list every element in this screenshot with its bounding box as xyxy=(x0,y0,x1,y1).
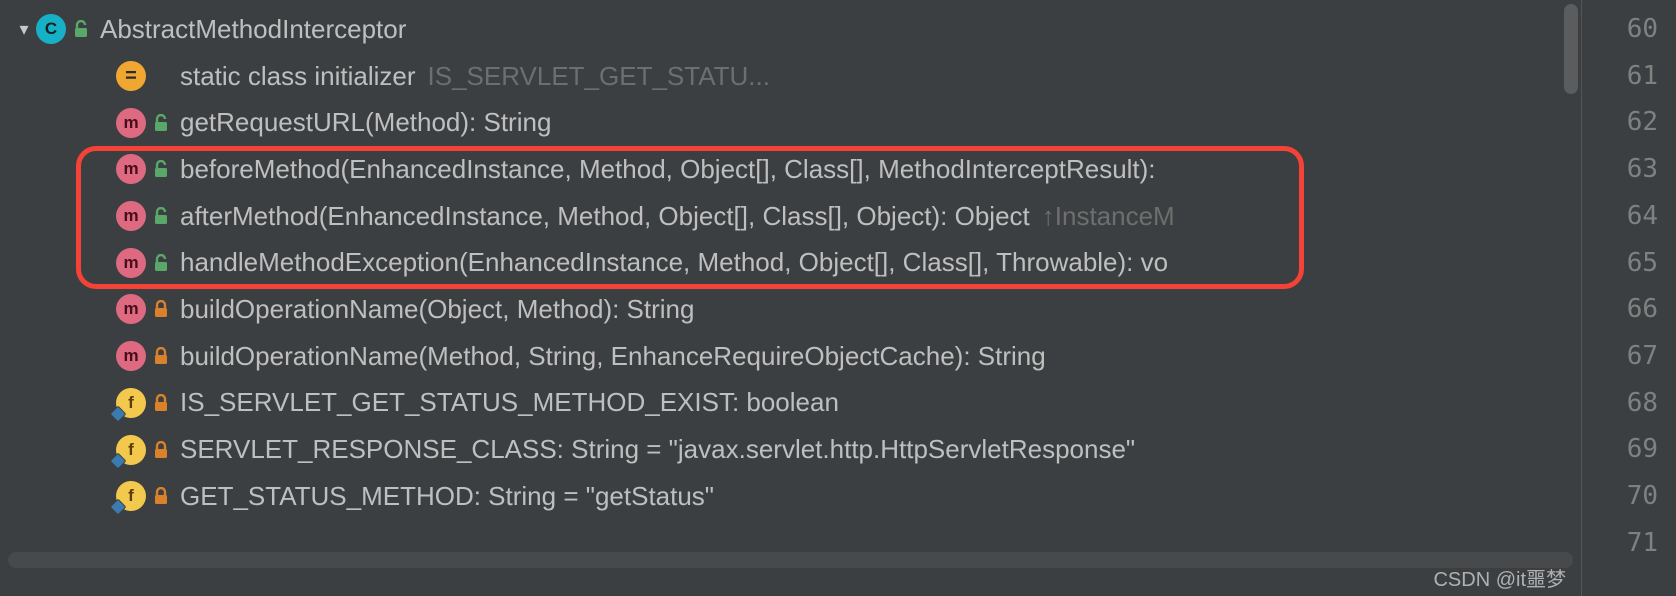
tree-node-class[interactable]: ▾ C AbstractMethodInterceptor xyxy=(0,6,1581,53)
method-icon: m xyxy=(116,294,146,324)
vertical-scrollbar[interactable] xyxy=(1564,4,1578,94)
tree-node-member[interactable]: m handleMethodException(EnhancedInstance,… xyxy=(0,239,1581,286)
node-label: beforeMethod(EnhancedInstance, Method, O… xyxy=(180,154,1156,185)
line-number: 70 xyxy=(1582,473,1658,520)
tree-node-member[interactable]: = static class initializer IS_SERVLET_GET_… xyxy=(0,53,1581,100)
chevron-down-icon[interactable]: ▾ xyxy=(12,19,36,40)
line-number: 64 xyxy=(1582,193,1658,240)
line-number: 65 xyxy=(1582,240,1658,287)
node-label: afterMethod(EnhancedInstance, Method, Ob… xyxy=(180,201,1030,232)
horizontal-scrollbar[interactable] xyxy=(8,552,1573,568)
method-icon: m xyxy=(116,108,146,138)
visibility-icon xyxy=(152,66,170,86)
node-label: buildOperationName(Object, Method): Stri… xyxy=(180,294,694,325)
node-label: handleMethodException(EnhancedInstance, … xyxy=(180,247,1168,278)
field-icon: f xyxy=(116,435,146,465)
visibility-icon xyxy=(152,440,170,460)
node-label: IS_SERVLET_GET_STATUS_METHOD_EXIST: bool… xyxy=(180,387,839,418)
visibility-icon xyxy=(152,346,170,366)
visibility-icon xyxy=(152,113,170,133)
node-label: SERVLET_RESPONSE_CLASS: String = "javax.… xyxy=(180,434,1135,465)
node-label: getRequestURL(Method): String xyxy=(180,107,551,138)
line-number-gutter: 606162636465666768697071 xyxy=(1581,0,1676,596)
initializer-icon: = xyxy=(116,61,146,91)
node-label: static class initializer xyxy=(180,61,416,92)
node-label: AbstractMethodInterceptor xyxy=(100,14,406,45)
method-icon: m xyxy=(116,154,146,184)
tree-node-member[interactable]: m buildOperationName(Method, String, Enha… xyxy=(0,333,1581,380)
visibility-icon xyxy=(152,253,170,273)
line-number: 66 xyxy=(1582,286,1658,333)
class-icon: C xyxy=(36,14,66,44)
field-icon: f xyxy=(116,388,146,418)
method-icon: m xyxy=(116,201,146,231)
tree-node-member[interactable]: m getRequestURL(Method): String xyxy=(0,99,1581,146)
line-number: 67 xyxy=(1582,333,1658,380)
visibility-open-icon xyxy=(72,19,90,39)
field-icon: f xyxy=(116,481,146,511)
node-label: buildOperationName(Method, String, Enhan… xyxy=(180,341,1046,372)
tree-node-member[interactable]: m afterMethod(EnhancedInstance, Method, O… xyxy=(0,193,1581,240)
tree-node-member[interactable]: f GET_STATUS_METHOD: String = "getStatus" xyxy=(0,473,1581,520)
method-icon: m xyxy=(116,248,146,278)
visibility-icon xyxy=(152,206,170,226)
structure-view: ▾ C AbstractMethodInterceptor = static cl… xyxy=(0,0,1676,596)
watermark-text: CSDN @it噩梦 xyxy=(1433,563,1566,592)
tree-node-member[interactable]: f IS_SERVLET_GET_STATUS_METHOD_EXIST: boo… xyxy=(0,380,1581,427)
line-number: 68 xyxy=(1582,380,1658,427)
tree-node-member[interactable]: f SERVLET_RESPONSE_CLASS: String = "javax… xyxy=(0,426,1581,473)
tree-panel[interactable]: ▾ C AbstractMethodInterceptor = static cl… xyxy=(0,0,1581,596)
line-number: 61 xyxy=(1582,53,1658,100)
node-origin-hint: ↑InstanceM xyxy=(1042,201,1175,232)
visibility-icon xyxy=(152,299,170,319)
visibility-icon xyxy=(152,486,170,506)
line-number: 69 xyxy=(1582,426,1658,473)
tree-node-member[interactable]: m beforeMethod(EnhancedInstance, Method, … xyxy=(0,146,1581,193)
line-number: 60 xyxy=(1582,6,1658,53)
line-number: 62 xyxy=(1582,99,1658,146)
line-number: 63 xyxy=(1582,146,1658,193)
visibility-icon xyxy=(152,159,170,179)
node-origin-hint: IS_SERVLET_GET_STATU... xyxy=(428,61,770,92)
line-number: 71 xyxy=(1582,520,1658,567)
node-label: GET_STATUS_METHOD: String = "getStatus" xyxy=(180,481,714,512)
visibility-icon xyxy=(152,393,170,413)
tree-node-member[interactable]: m buildOperationName(Object, Method): Str… xyxy=(0,286,1581,333)
method-icon: m xyxy=(116,341,146,371)
